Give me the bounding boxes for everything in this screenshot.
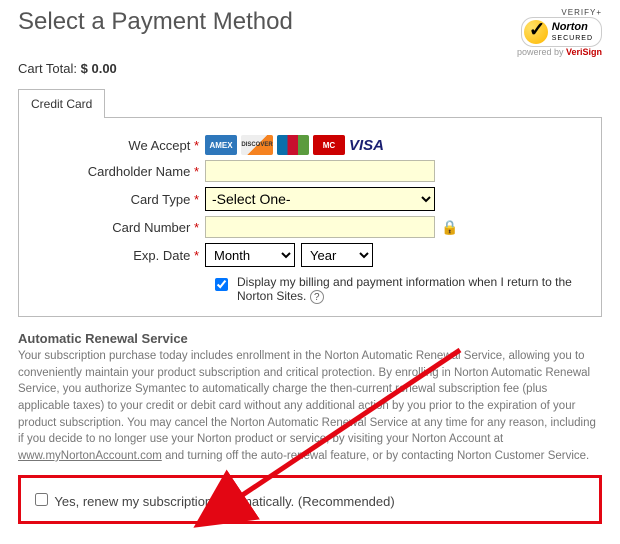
norton-account-link[interactable]: www.myNortonAccount.com: [18, 450, 162, 462]
accepted-cards: AMEX DISCOVER MC VISA: [205, 135, 384, 155]
exp-year-select[interactable]: Year: [301, 243, 373, 267]
card-number-input[interactable]: [205, 216, 435, 238]
cart-total: Cart Total: $ 0.00: [18, 61, 602, 76]
card-number-label: Card Number: [112, 220, 190, 235]
page-title: Select a Payment Method: [18, 8, 293, 36]
card-type-label: Card Type: [131, 192, 191, 207]
norton-seal: ✓ Norton SECURED: [521, 17, 602, 47]
auto-renewal-text: Your subscription purchase today include…: [18, 348, 602, 465]
tab-credit-card[interactable]: Credit Card: [18, 89, 105, 118]
cart-total-label: Cart Total:: [18, 61, 77, 76]
visa-icon: VISA: [349, 135, 384, 155]
seal-brand: Norton: [552, 22, 593, 33]
norton-seal-icon: ✓: [524, 20, 548, 44]
card-type-select[interactable]: -Select One-: [205, 187, 435, 211]
amex-icon: AMEX: [205, 135, 237, 155]
verify-text: VERIFY+: [517, 8, 602, 17]
auto-renew-checkbox[interactable]: [35, 493, 48, 506]
we-accept-label: We Accept: [128, 138, 190, 153]
help-icon[interactable]: ?: [310, 290, 324, 304]
discover-icon: DISCOVER: [241, 135, 273, 155]
exp-date-label: Exp. Date: [133, 248, 190, 263]
verisign: VeriSign: [566, 47, 602, 57]
exp-month-select[interactable]: Month: [205, 243, 295, 267]
auto-renewal-heading: Automatic Renewal Service: [18, 331, 602, 346]
norton-badge: VERIFY+ ✓ Norton SECURED powered by Veri…: [517, 8, 602, 57]
cardholder-label: Cardholder Name: [88, 164, 191, 179]
cart-total-amount: $ 0.00: [81, 61, 117, 76]
powered-by: powered by: [517, 47, 564, 57]
jcb-icon: [277, 135, 309, 155]
display-info-checkbox[interactable]: [215, 278, 228, 291]
lock-icon: 🔒: [441, 219, 458, 236]
auto-renew-label: Yes, renew my subscription automatically…: [54, 494, 394, 509]
cardholder-input[interactable]: [205, 160, 435, 182]
mastercard-icon: MC: [313, 135, 345, 155]
seal-sub: SECURED: [552, 35, 593, 42]
renew-highlight-box: Yes, renew my subscription automatically…: [18, 475, 602, 524]
payment-panel: We Accept * AMEX DISCOVER MC VISA Cardho…: [18, 117, 602, 317]
display-info-label: Display my billing and payment informati…: [237, 275, 572, 303]
